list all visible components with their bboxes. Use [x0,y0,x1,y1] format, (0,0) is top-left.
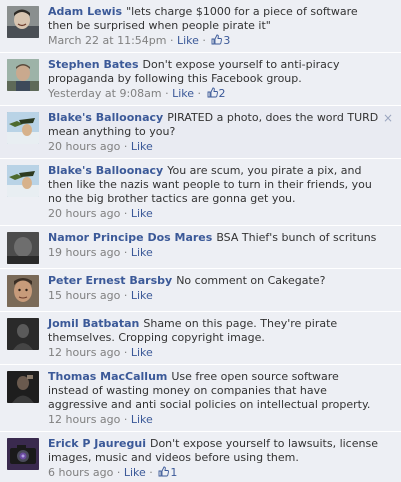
comment-meta: 6 hours ago · Like · 1 [48,466,379,480]
comment-meta: Yesterday at 9:08am · Like · 2 [48,87,379,101]
author-link[interactable]: Adam Lewis [48,5,122,18]
separator: · [120,140,131,153]
timestamp: Yesterday at 9:08am [48,87,162,100]
like-link[interactable]: Like [131,346,153,359]
author-link[interactable]: Peter Ernest Barsby [48,274,172,287]
timestamp: 6 hours ago [48,466,114,479]
author-link[interactable]: Blake's Balloonacy [48,111,163,124]
profile-photo-dark-icon [7,232,39,264]
comment-meta: 20 hours ago · Like [48,140,379,154]
timestamp: March 22 at 11:54pm [48,34,167,47]
profile-photo-man-outdoors-icon [7,59,39,91]
profile-photo-dark-figure-icon [7,371,39,403]
like-count[interactable]: 3 [223,34,230,47]
comment-meta: 19 hours ago · Like [48,246,379,260]
comment-item: Adam Lewis "lets charge $1000 for a piece… [0,0,401,53]
separator: · [120,289,131,302]
avatar[interactable] [7,165,39,197]
timestamp: 12 hours ago [48,346,121,359]
like-link[interactable]: Like [131,207,153,220]
comment-item: Peter Ernest Barsby No comment on Cakegat… [0,269,401,312]
separator: · [120,413,131,426]
timestamp: 19 hours ago [48,246,121,259]
separator: · [198,34,210,47]
timestamp: 15 hours ago [48,289,121,302]
like-count[interactable]: 1 [170,466,177,479]
author-link[interactable]: Erick P Jauregui [48,437,146,450]
thumbs-up-icon[interactable] [211,34,223,45]
comment-meta: 15 hours ago · Like [48,289,379,303]
comment-meta: 12 hours ago · Like [48,413,379,427]
author-link[interactable]: Blake's Balloonacy [48,164,163,177]
thumbs-up-icon[interactable] [207,87,218,98]
profile-photo-man-face-icon [7,275,39,307]
author-link[interactable]: Jomil Batbatan [48,317,139,330]
separator: · [120,346,131,359]
separator: · [120,246,131,259]
comment-item: Blake's Balloonacy You are scum, you pira… [0,159,401,226]
comment-item: Blake's Balloonacy PIRATED a photo, does … [0,106,401,159]
avatar[interactable] [7,318,39,350]
avatar[interactable] [7,275,39,307]
thumbs-up-icon[interactable] [158,466,170,477]
timestamp: 12 hours ago [48,413,121,426]
separator: · [166,34,177,47]
timestamp: 20 hours ago [48,207,121,220]
avatar[interactable] [7,59,39,91]
like-link[interactable]: Like [172,87,194,100]
avatar[interactable] [7,112,39,144]
avatar[interactable] [7,6,39,38]
like-link[interactable]: Like [177,34,199,47]
comment-item: Namor Principe Dos Mares BSA Thief's bunc… [0,226,401,269]
like-link[interactable]: Like [131,140,153,153]
comment-meta: March 22 at 11:54pm · Like · 3 [48,34,379,48]
separator: · [120,207,131,220]
like-link[interactable]: Like [131,289,153,302]
profile-photo-balloon-icon [7,165,39,197]
author-link[interactable]: Namor Principe Dos Mares [48,231,212,244]
profile-photo-dark-figure-icon [7,318,39,350]
comment-meta: 12 hours ago · Like [48,346,379,360]
close-icon[interactable]: × [383,112,393,124]
comment-text: BSA Thief's bunch of scrituns [216,231,377,244]
separator: · [161,87,173,100]
comment-feed: Adam Lewis "lets charge $1000 for a piece… [0,0,401,482]
avatar[interactable] [7,371,39,403]
comment-meta: 20 hours ago · Like [48,207,379,221]
like-link[interactable]: Like [131,246,153,259]
avatar[interactable] [7,438,39,470]
comment-item: Jomil Batbatan Shame on this page. They'r… [0,312,401,365]
profile-photo-balloon-icon [7,112,39,144]
like-link[interactable]: Like [124,466,146,479]
avatar[interactable] [7,232,39,264]
comment-item: Thomas MacCallum Use free open source sof… [0,365,401,432]
profile-photo-man-smiling-icon [7,6,39,38]
separator: · [194,87,205,100]
like-link[interactable]: Like [131,413,153,426]
separator: · [113,466,124,479]
separator: · [145,466,157,479]
like-count[interactable]: 2 [219,87,226,100]
comment-item: Erick P Jauregui Don't expose yourself to… [0,432,401,482]
comment-text: No comment on Cakegate? [176,274,326,287]
profile-photo-camera-icon [7,438,39,470]
author-link[interactable]: Stephen Bates [48,58,139,71]
comment-item: Stephen Bates Don't expose yourself to an… [0,53,401,106]
timestamp: 20 hours ago [48,140,121,153]
author-link[interactable]: Thomas MacCallum [48,370,167,383]
